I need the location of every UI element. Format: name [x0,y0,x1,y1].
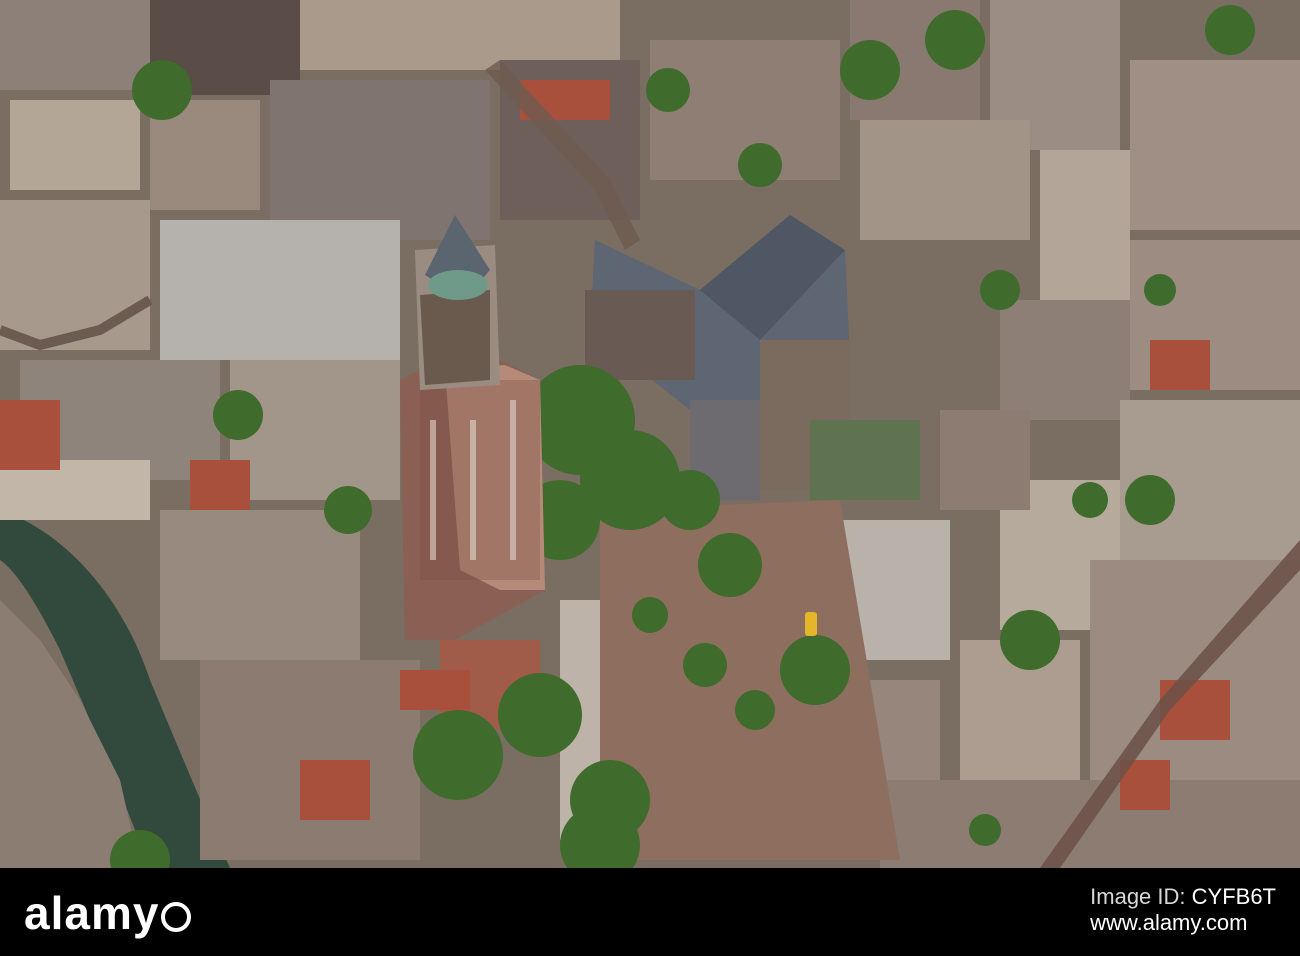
brand-name: alamy [24,887,160,939]
logo-mark [161,901,192,932]
image-id-label: Image ID: [1090,884,1186,909]
site-url: www.alamy.com [1090,910,1248,935]
aerial-city-photo [0,0,1300,868]
vehicle [805,612,817,636]
cloister [810,420,920,500]
alamy-logo: alamy [24,886,192,940]
image-id: CYFB6T [1191,884,1276,909]
aerial-scene [0,0,1300,868]
watermark-footer: alamy Image ID: CYFB6T www.alamy.com [0,868,1300,956]
image-meta: Image ID: CYFB6T www.alamy.com [1090,884,1276,936]
